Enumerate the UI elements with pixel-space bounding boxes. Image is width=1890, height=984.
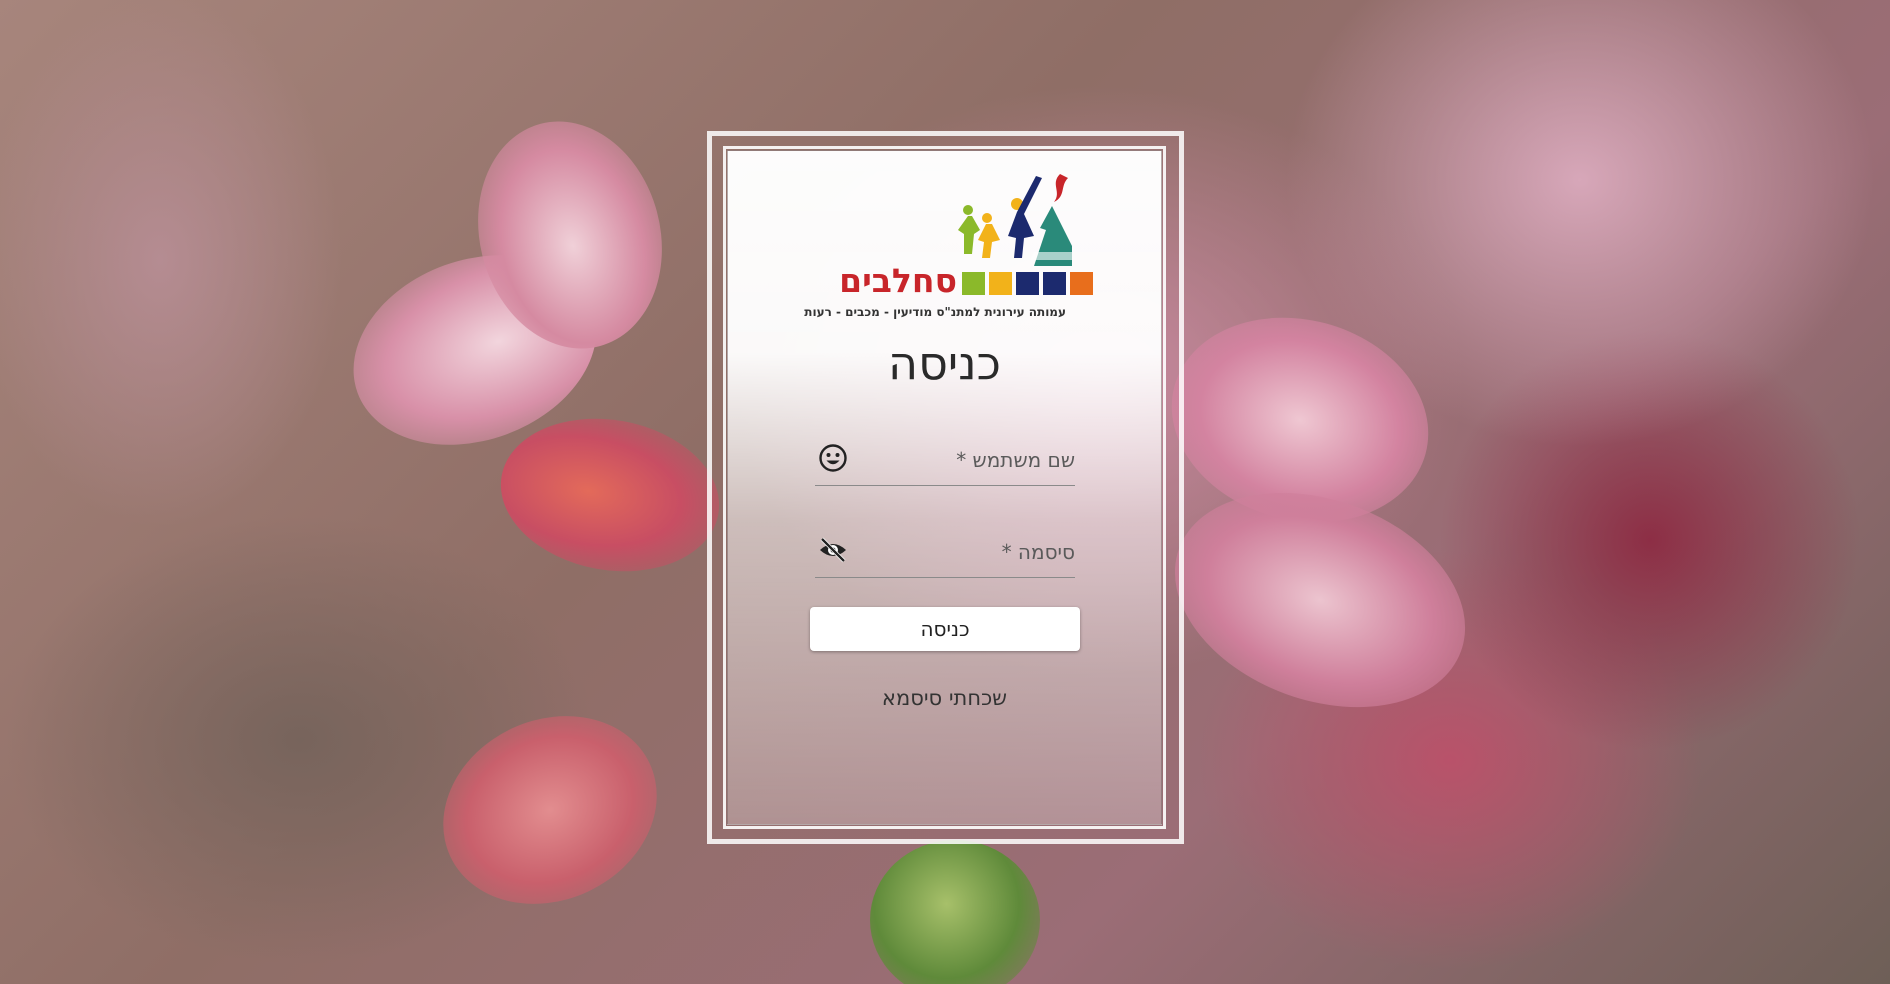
username-underline: [815, 485, 1075, 486]
logo-tagline: עמותה עירונית למתנ"ס מודיעין - מכבים - ר…: [804, 305, 1066, 319]
logo-square: [1070, 272, 1093, 295]
logo-square: [1043, 272, 1066, 295]
username-label: שם משתמש *: [956, 448, 1075, 472]
login-button[interactable]: כניסה: [810, 607, 1080, 651]
logo-figures-icon: [958, 174, 1072, 266]
logo-square: [962, 272, 985, 295]
logo-square: [1016, 272, 1039, 295]
password-label: סיסמה *: [1001, 540, 1075, 564]
username-field[interactable]: שם משתמש *: [815, 440, 1075, 486]
orchid-petal: [488, 402, 732, 588]
password-field[interactable]: סיסמה *: [815, 532, 1075, 578]
eye-off-icon[interactable]: [818, 535, 848, 565]
orchid-petal: [1144, 454, 1496, 746]
logo-color-squares: [962, 272, 1093, 295]
logo-square: [989, 272, 1012, 295]
logo: סחלבים עמותה עירונית למתנ"ס מודיעין - מכ…: [804, 166, 1093, 322]
logo-name: סחלבים: [839, 261, 957, 300]
password-underline: [815, 577, 1075, 578]
login-title: כניסה: [888, 336, 1001, 390]
smiley-icon: [819, 444, 847, 472]
orchid-bud: [870, 840, 1040, 984]
orchid-petal: [412, 681, 688, 939]
forgot-password-link[interactable]: שכחתי סיסמא: [727, 686, 1162, 710]
